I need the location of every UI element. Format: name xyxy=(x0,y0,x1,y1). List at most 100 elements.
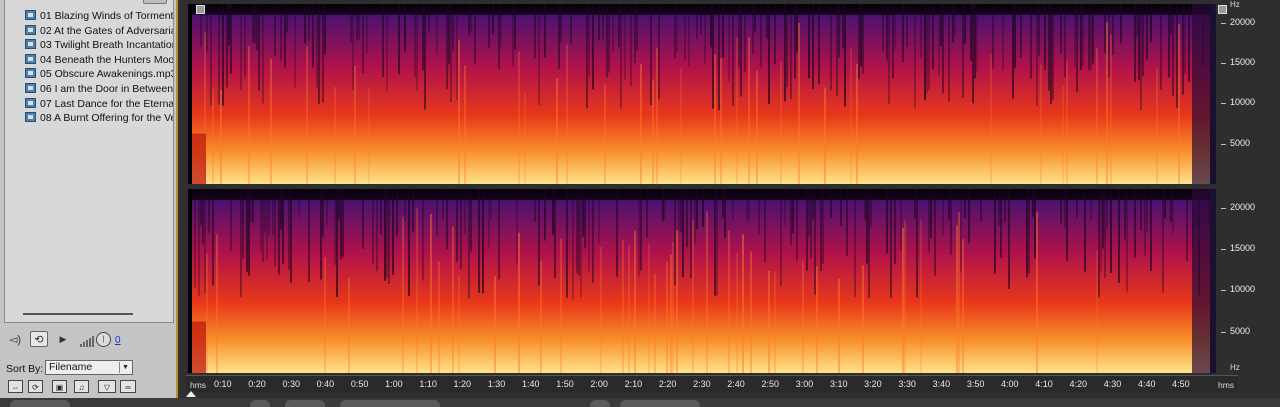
files-panel: 01 Blazing Winds of Torment.mp3 02 At the… xyxy=(0,0,178,400)
spectral-display[interactable]: 20000 15000 10000 5000 Hz 20000 15000 10000 500… xyxy=(186,0,1280,407)
time-tick-label: 3:10 xyxy=(829,379,848,389)
time-tick-label: 3:30 xyxy=(898,379,916,389)
time-tick-label: 2:00 xyxy=(590,379,608,389)
mp3-file-icon xyxy=(25,39,36,50)
frequency-tick-label: 15000 xyxy=(1220,243,1256,254)
time-tick-label: 2:50 xyxy=(761,379,780,389)
time-tick-label: 1:40 xyxy=(521,379,540,389)
mp3-file-icon xyxy=(25,68,36,79)
time-tick-label: 4:50 xyxy=(1172,379,1190,389)
frequency-unit-label: Hz xyxy=(1230,0,1240,9)
file-list-item[interactable]: 05 Obscure Awakenings.mp3 xyxy=(25,67,174,81)
time-tick-label: 4:10 xyxy=(1035,379,1053,389)
time-tick-label: 1:10 xyxy=(419,379,437,389)
sort-by-value: Filename xyxy=(49,361,93,373)
time-ruler[interactable]: hms 0:10 0:20 0:30 0:40 0:50 1:00 1:10 1:20 1:30… xyxy=(186,375,1238,392)
file-list-item[interactable]: 01 Blazing Winds of Torment.mp3 xyxy=(25,9,174,23)
time-tick-label: 0:20 xyxy=(248,379,266,389)
time-tick-label: 0:40 xyxy=(316,379,335,389)
frequency-ruler-right: 20000 15000 10000 5000 Hz xyxy=(1220,191,1262,373)
time-tick-label: 3:00 xyxy=(795,379,814,389)
time-tick-label: 0:50 xyxy=(350,379,369,389)
time-tick-label: 2:20 xyxy=(658,379,677,389)
time-tick-label: 3:40 xyxy=(932,379,951,389)
panel-toolbar: ⇔ ⟳ ▣ ♫ ▽ ∞ xyxy=(8,380,138,396)
frequency-tick-label: 5000 xyxy=(1220,325,1251,336)
volume-knob-icon[interactable]: | xyxy=(96,332,111,347)
time-tick-label: 4:20 xyxy=(1069,379,1088,389)
frequency-tick-label: 5000 xyxy=(1220,137,1251,148)
filter-icon[interactable]: ▽ xyxy=(98,380,116,393)
file-list-item[interactable]: 04 Beneath the Hunters Moon.mp xyxy=(25,53,174,67)
time-tick-label: 3:50 xyxy=(966,379,985,389)
sort-by-select[interactable]: Filename ▼ xyxy=(45,360,133,375)
mp3-file-icon xyxy=(25,83,36,93)
list-header-button[interactable] xyxy=(143,0,167,4)
music-note-icon[interactable]: ♫ xyxy=(74,380,89,393)
play-button[interactable]: ▶ xyxy=(54,331,72,347)
time-unit-left: hms xyxy=(190,380,207,390)
link-icon[interactable]: ∞ xyxy=(120,380,136,393)
frequency-tick-label: 15000 xyxy=(1220,56,1256,67)
time-tick-label: 4:00 xyxy=(1001,379,1019,389)
volume-value[interactable]: 0 xyxy=(115,335,121,346)
mp3-file-icon xyxy=(25,53,36,64)
file-list[interactable]: 01 Blazing Winds of Torment.mp3 02 At the… xyxy=(4,0,174,323)
list-scrollbar[interactable] xyxy=(23,313,133,315)
time-tick-label: 4:40 xyxy=(1137,379,1156,389)
frequency-ruler-left: 20000 15000 10000 5000 Hz xyxy=(1220,0,1262,184)
mp3-file-icon xyxy=(25,10,36,20)
spectrogram-channel-left[interactable] xyxy=(188,4,1216,184)
time-tick-label: 2:30 xyxy=(693,379,711,389)
refresh-icon[interactable]: ⟳ xyxy=(28,380,43,393)
time-tick-label: 1:30 xyxy=(487,379,506,389)
insert-icon[interactable]: ⇔ xyxy=(8,380,23,393)
time-tick-label: 2:40 xyxy=(727,379,745,389)
file-name: 04 Beneath the Hunters Moon.mp xyxy=(40,53,174,66)
bottom-toolbar-strip xyxy=(0,398,1280,407)
chevron-down-icon[interactable]: ▼ xyxy=(119,362,131,373)
file-name: 03 Twilight Breath Incantation.mp xyxy=(40,39,173,52)
frequency-tick-label: 10000 xyxy=(1220,284,1256,295)
frequency-tick-label: 10000 xyxy=(1220,97,1256,108)
time-tick-label: 3:20 xyxy=(864,379,882,389)
time-unit-right: hms xyxy=(1218,380,1235,390)
file-list-item[interactable]: 06 I am the Door in Between.mp3 xyxy=(25,82,174,96)
frequency-tick-label: 20000 xyxy=(1220,16,1256,27)
file-name: 02 At the Gates of Adversarial Da xyxy=(40,24,174,37)
file-name: 08 A Burnt Offering for the Vermin xyxy=(40,112,173,125)
spectrogram-left xyxy=(188,4,1216,184)
mp3-file-icon xyxy=(25,24,36,35)
play-icon: ▶ xyxy=(59,333,67,344)
spectrogram-channel-right[interactable] xyxy=(188,189,1216,373)
properties-icon[interactable]: ▣ xyxy=(52,380,67,393)
speaker-icon[interactable]: ◅) xyxy=(6,331,24,347)
mp3-file-icon xyxy=(25,112,36,123)
loop-icon: ⟲ xyxy=(34,333,44,346)
frequency-unit-label: Hz xyxy=(1230,363,1240,372)
file-list-item[interactable]: 08 A Burnt Offering for the Vermin xyxy=(25,111,173,125)
time-tick-label: 1:20 xyxy=(453,379,472,389)
time-tick-label: 2:10 xyxy=(624,379,643,389)
file-name: 01 Blazing Winds of Torment.mp3 xyxy=(40,10,174,22)
mp3-file-icon xyxy=(25,97,36,108)
file-list-item[interactable]: 07 Last Dance for the Eternal Fla xyxy=(25,97,174,111)
file-list-item[interactable]: 03 Twilight Breath Incantation.mp xyxy=(25,38,173,52)
file-name: 06 I am the Door in Between.mp3 xyxy=(40,83,174,95)
time-tick-label: 4:30 xyxy=(1103,379,1122,389)
time-tick-label: 1:50 xyxy=(556,379,574,389)
spectrogram-right xyxy=(188,189,1216,373)
sort-by-label: Sort By: xyxy=(6,363,44,375)
time-tick-label: 1:00 xyxy=(385,379,403,389)
time-tick-label: 0:10 xyxy=(214,379,232,389)
transport-controls: ◅) ⟲ ▶ | 0 xyxy=(4,327,174,353)
file-name: 05 Obscure Awakenings.mp3 xyxy=(40,68,174,81)
resize-handle-top-left[interactable] xyxy=(196,5,205,14)
playhead-marker[interactable] xyxy=(186,391,196,397)
volume-level-icon xyxy=(80,335,94,347)
file-name: 07 Last Dance for the Eternal Fla xyxy=(40,97,174,110)
loop-button[interactable]: ⟲ xyxy=(30,331,48,347)
file-list-item[interactable]: 02 At the Gates of Adversarial Da xyxy=(25,24,174,38)
time-tick-label: 0:30 xyxy=(282,379,300,389)
frequency-tick-label: 20000 xyxy=(1220,201,1256,212)
